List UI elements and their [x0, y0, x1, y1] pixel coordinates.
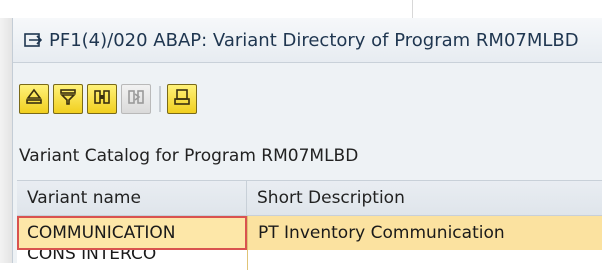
dialog-toolbar — [13, 78, 602, 120]
find-button[interactable] — [87, 84, 117, 114]
catalog-title: Variant Catalog for Program RM07MLBD — [19, 146, 359, 166]
background-strip — [0, 0, 602, 18]
filter-icon — [58, 87, 78, 111]
background-divider — [412, 0, 413, 18]
column-header-short-description[interactable]: Short Description — [247, 181, 602, 215]
dialog-title: PF1(4)/020 ABAP: Variant Directory of Pr… — [49, 29, 579, 51]
sort-ascending-button[interactable] — [19, 84, 49, 114]
toolbar-separator — [159, 86, 161, 112]
find-next-icon — [126, 87, 146, 111]
filter-button[interactable] — [53, 84, 83, 114]
background-window-edge — [0, 18, 12, 263]
dialog-titlebar[interactable]: PF1(4)/020 ABAP: Variant Directory of Pr… — [13, 18, 602, 63]
variant-name-cell[interactable]: CONS INTERCO — [17, 250, 247, 270]
sort-ascending-icon — [24, 87, 44, 111]
variant-directory-dialog: PF1(4)/020 ABAP: Variant Directory of Pr… — [12, 18, 602, 270]
variant-name-cell[interactable]: COMMUNICATION — [17, 216, 247, 250]
short-description-cell[interactable] — [247, 250, 602, 270]
column-header-variant-name[interactable]: Variant name — [17, 181, 247, 215]
table-header: Variant name Short Description — [17, 180, 602, 216]
short-description-cell[interactable]: PT Inventory Communication — [247, 216, 602, 250]
sap-window-icon — [23, 30, 43, 50]
variant-table: Variant name Short Description COMMUNICA… — [17, 180, 602, 270]
print-icon — [172, 87, 192, 111]
table-row[interactable]: CONS INTERCO — [17, 250, 602, 270]
print-button[interactable] — [167, 84, 197, 114]
find-next-button[interactable] — [121, 84, 151, 114]
find-icon — [92, 87, 112, 111]
table-row[interactable]: COMMUNICATION PT Inventory Communication — [17, 216, 602, 250]
